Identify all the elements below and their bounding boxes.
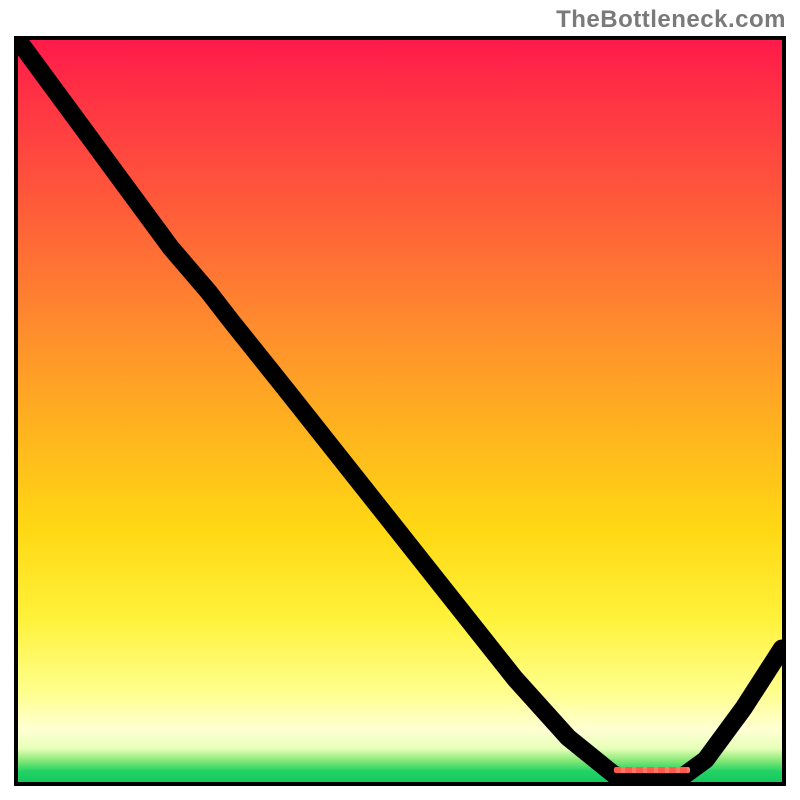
chart-container: TheBottleneck.com — [0, 0, 800, 800]
optimal-range-marker — [614, 767, 690, 773]
bottleneck-curve-path — [18, 40, 782, 782]
bottleneck-curve — [18, 40, 782, 782]
plot-area — [14, 36, 786, 786]
watermark-text: TheBottleneck.com — [556, 6, 786, 34]
